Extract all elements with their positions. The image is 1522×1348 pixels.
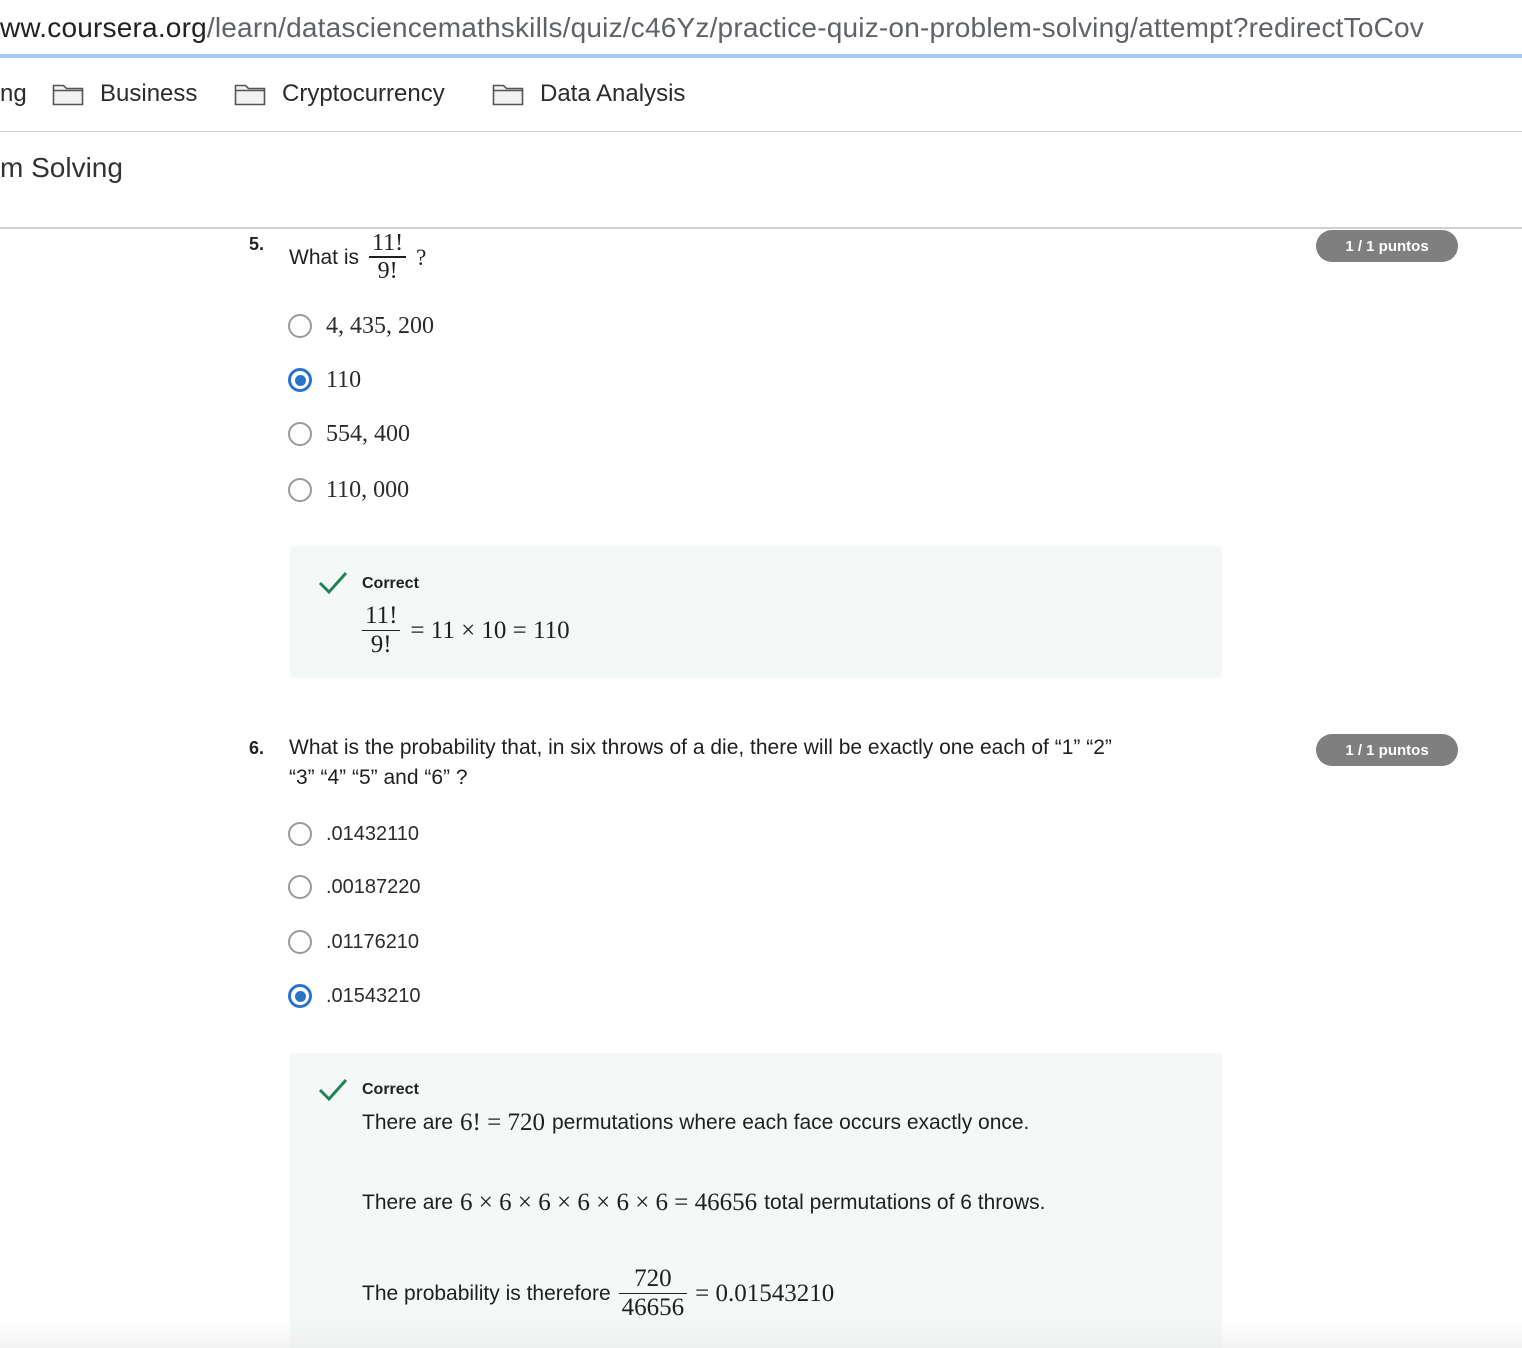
- points-badge: 1 / 1 puntos: [1316, 734, 1458, 766]
- feedback-box: Correct 11! 9! = 11 × 10 = 110: [290, 546, 1222, 678]
- option-label: .01432110: [326, 822, 420, 845]
- question-number: 6.: [249, 738, 265, 758]
- bookmark-label: Cryptocurrency: [282, 80, 445, 107]
- quiz-header: m Solving: [0, 132, 1522, 229]
- option-label: .01543210: [326, 984, 421, 1007]
- answer-option[interactable]: 554, 400: [288, 419, 410, 449]
- fraction-denominator: 9!: [377, 257, 398, 284]
- answer-option[interactable]: .01176210: [288, 927, 419, 957]
- explanation-fraction: 11! 9!: [362, 602, 401, 660]
- radio-button[interactable]: [288, 422, 312, 446]
- question-prompt: What is 11! 9! ?: [289, 230, 426, 285]
- feedback-explanation-line: There are 6! = 720 permutations where ea…: [362, 1109, 1029, 1137]
- radio-button[interactable]: [288, 875, 312, 899]
- bookmark-business[interactable]: Business: [52, 78, 197, 110]
- url-domain: ww.coursera.org: [0, 12, 207, 43]
- explanation-text: There are: [362, 1111, 454, 1134]
- explanation-math: 6 × 6 × 6 × 6 × 6 × 6 = 46656: [460, 1189, 758, 1216]
- feedback-explanation-line: There are 6 × 6 × 6 × 6 × 6 × 6 = 46656 …: [362, 1189, 1045, 1217]
- prompt-line: “3” “4” “5” and “6” ?: [289, 766, 468, 789]
- option-label: 4, 435, 200: [326, 312, 434, 339]
- bookmark-label: Data Analysis: [540, 80, 686, 107]
- explanation-math: = 11 × 10 = 110: [410, 616, 570, 644]
- radio-button[interactable]: [288, 822, 312, 846]
- explanation-math: = 0.01543210: [695, 1279, 835, 1307]
- bookmark-label: ng: [0, 80, 27, 107]
- url-text[interactable]: ww.coursera.org/learn/datasciencemathski…: [0, 12, 1424, 44]
- radio-button[interactable]: [288, 314, 312, 338]
- url-path: /learn/datasciencemathskills/quiz/c46Yz/…: [206, 12, 1424, 43]
- radio-button[interactable]: [288, 930, 312, 954]
- fraction-numerator: 11!: [365, 602, 398, 629]
- option-label: 110, 000: [326, 476, 410, 503]
- explanation-math: 6! = 720: [460, 1109, 545, 1136]
- fraction-denominator: 9!: [370, 631, 392, 658]
- answer-option[interactable]: 110, 000: [288, 475, 409, 505]
- bottom-fade: [0, 1318, 1522, 1348]
- feedback-explanation: 11! 9! = 11 × 10 = 110: [362, 602, 570, 660]
- radio-button-selected[interactable]: [288, 984, 312, 1008]
- question-number: 5.: [249, 234, 265, 254]
- points-badge: 1 / 1 puntos: [1316, 230, 1458, 262]
- bookmark-cryptocurrency[interactable]: Cryptocurrency: [234, 78, 445, 110]
- correct-label: Correct: [362, 575, 419, 592]
- answer-option[interactable]: .00187220: [288, 872, 421, 902]
- bookmarks-bar: ng Business Cryptocurrency Data Analysis: [0, 58, 1522, 132]
- bookmark-data-analysis[interactable]: Data Analysis: [492, 78, 685, 110]
- option-label: .00187220: [326, 875, 421, 898]
- fraction-numerator: 720: [634, 1265, 672, 1292]
- explanation-text: permutations where each face occurs exac…: [551, 1111, 1030, 1134]
- option-label: 554, 400: [326, 420, 410, 447]
- question-prompt: What is the probability that, in six thr…: [289, 736, 1112, 790]
- answer-option-selected[interactable]: 110: [288, 365, 361, 395]
- page-title: m Solving: [0, 152, 123, 183]
- feedback-explanation-line: The probability is therefore 720 46656 =…: [362, 1265, 834, 1323]
- address-bar[interactable]: ww.coursera.org/learn/datasciencemathski…: [0, 0, 1522, 58]
- folder-icon: [234, 82, 266, 106]
- prompt-line: What is the probability that, in six thr…: [289, 736, 1112, 759]
- option-label: .01176210: [326, 930, 420, 953]
- folder-icon: [492, 82, 524, 106]
- checkmark-icon: [318, 1078, 348, 1102]
- bookmark-label: Business: [100, 80, 198, 107]
- radio-button[interactable]: [288, 478, 312, 502]
- prompt-suffix: ?: [416, 244, 427, 270]
- prompt-text: What is: [289, 245, 360, 269]
- fraction-numerator: 11!: [372, 230, 404, 256]
- feedback-box: Correct There are 6! = 720 permutations …: [290, 1053, 1222, 1348]
- answer-option[interactable]: 4, 435, 200: [288, 311, 434, 341]
- folder-icon: [52, 82, 84, 106]
- bookmark-truncated[interactable]: ng: [0, 78, 27, 110]
- correct-label: Correct: [362, 1081, 419, 1098]
- option-label: 110: [326, 366, 362, 393]
- checkmark-icon: [318, 571, 348, 595]
- radio-button-selected[interactable]: [288, 368, 312, 392]
- explanation-fraction: 720 46656: [618, 1265, 688, 1323]
- explanation-text: There are: [362, 1191, 454, 1214]
- explanation-text: The probability is therefore: [362, 1281, 611, 1305]
- answer-option-selected[interactable]: .01543210: [288, 981, 421, 1011]
- answer-option[interactable]: .01432110: [288, 819, 419, 849]
- prompt-fraction: 11! 9!: [369, 230, 407, 285]
- explanation-text: total permutations of 6 throws.: [764, 1191, 1046, 1214]
